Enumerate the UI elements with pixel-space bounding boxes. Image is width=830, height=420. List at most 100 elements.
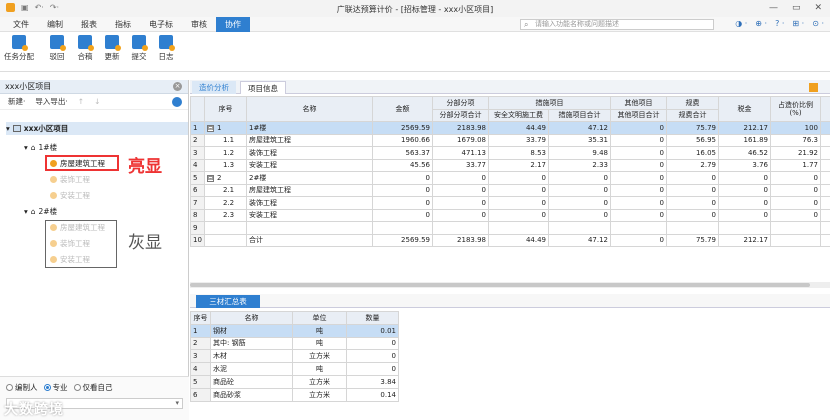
mat-seq-cell[interactable]: 4 <box>190 362 211 376</box>
other-cell[interactable]: 0 <box>610 133 667 147</box>
seq-cell[interactable]: 2.2 <box>204 196 247 210</box>
amount-cell[interactable]: 0 <box>372 183 433 197</box>
tree-root[interactable]: ▾ xxx小区项目 <box>6 122 188 135</box>
ratio-cell[interactable]: 76.3 <box>770 133 821 147</box>
table-row[interactable]: 1 ⊟ 1 1#楼 2569.59 2183.98 44.49 47.12 0 75.79 212.… <box>190 121 830 135</box>
expand-icon[interactable]: ▾ <box>6 124 10 133</box>
measures-cell[interactable]: 0 <box>548 171 611 185</box>
subitem-cell[interactable] <box>432 221 489 235</box>
extra-cell[interactable] <box>820 221 830 235</box>
fees-cell[interactable]: 75.79 <box>666 121 719 135</box>
reject-button[interactable]: 驳回 <box>42 35 72 62</box>
expand-icon[interactable]: ▾ <box>24 207 28 216</box>
safety-cell[interactable]: 0 <box>488 196 549 210</box>
tax-cell[interactable]: 0 <box>718 196 771 210</box>
table-row[interactable]: 6 2.1 房屋建筑工程 0 0 0 0 0 0 0 0 <box>190 183 830 197</box>
menu-index[interactable]: 指标 <box>106 17 140 32</box>
measures-cell[interactable]: 0 <box>548 183 611 197</box>
extra-cell[interactable] <box>820 208 830 222</box>
tax-cell[interactable]: 0 <box>718 208 771 222</box>
tree-building-1[interactable]: ▾ ⌂ 1#楼 <box>24 142 57 153</box>
header-mat-name[interactable]: 名称 <box>210 311 293 325</box>
new-button[interactable]: 新建· <box>8 94 25 109</box>
horizontal-scrollbar[interactable] <box>190 282 830 288</box>
subitem-cell[interactable]: 0 <box>432 196 489 210</box>
subitem-cell[interactable]: 0 <box>432 183 489 197</box>
radio-only-mine[interactable]: 仅看自己 <box>73 382 113 393</box>
name-cell[interactable]: 房屋建筑工程 <box>246 183 373 197</box>
header-other-total[interactable]: 其他项目合计 <box>610 108 667 122</box>
header-mat-qty[interactable]: 数量 <box>346 311 399 325</box>
measures-cell[interactable]: 0 <box>548 208 611 222</box>
log-button[interactable]: 日志 <box>151 35 181 62</box>
safety-cell[interactable]: 2.17 <box>488 158 549 172</box>
header-seq[interactable]: 序号 <box>204 96 247 122</box>
tax-cell[interactable]: 161.89 <box>718 133 771 147</box>
header-tax[interactable]: 税金 <box>718 96 771 122</box>
move-up-icon[interactable]: ↑ <box>78 94 84 109</box>
mat-name-cell[interactable]: 商品砼 <box>210 374 293 389</box>
ratio-cell[interactable]: 100 <box>770 121 821 135</box>
other-cell[interactable]: 0 <box>610 196 667 210</box>
tax-cell[interactable]: 0 <box>718 183 771 197</box>
row-number-cell[interactable]: 3 <box>190 146 205 160</box>
mat-seq-cell[interactable]: 3 <box>190 349 211 364</box>
other-cell[interactable]: 0 <box>610 146 667 160</box>
tab-cost-analysis[interactable]: 造价分析 <box>192 81 236 94</box>
seq-cell[interactable]: ⊟ 2 <box>204 171 247 185</box>
menu-collaborate[interactable]: 协作 <box>216 17 250 32</box>
row-number-cell[interactable]: 8 <box>190 208 205 222</box>
tab-project-info[interactable]: 项目信息 <box>240 81 286 94</box>
mat-name-cell[interactable]: 钢材 <box>210 323 293 338</box>
ratio-cell[interactable] <box>770 221 821 235</box>
header-fees-total[interactable]: 规费合计 <box>666 108 719 122</box>
table-row[interactable]: 7 2.2 装饰工程 0 0 0 0 0 0 0 0 <box>190 196 830 210</box>
tax-cell[interactable]: 212.17 <box>718 233 771 247</box>
mat-qty-cell[interactable]: 0.01 <box>346 323 399 338</box>
row-number-cell[interactable]: 2 <box>190 133 205 147</box>
amount-cell[interactable]: 1960.66 <box>372 133 433 147</box>
amount-cell[interactable] <box>372 221 433 235</box>
menu-report[interactable]: 报表 <box>72 17 106 32</box>
mat-name-cell[interactable]: 其中: 钢筋 <box>210 336 293 351</box>
user-icon[interactable]: ⊙ · <box>812 19 824 28</box>
amount-cell[interactable]: 2569.59 <box>372 121 433 135</box>
table-row[interactable]: 10 合计 2569.59 2183.98 44.49 47.12 0 75.79 212.17 <box>190 233 830 247</box>
expand-icon[interactable]: ▾ <box>24 143 28 152</box>
fees-cell[interactable]: 56.95 <box>666 133 719 147</box>
safety-cell[interactable]: 33.79 <box>488 133 549 147</box>
tax-cell[interactable] <box>718 221 771 235</box>
mat-qty-cell[interactable]: 0.14 <box>346 387 399 402</box>
mat-qty-cell[interactable]: 3.84 <box>346 374 399 389</box>
measures-cell[interactable]: 2.33 <box>548 158 611 172</box>
measures-cell[interactable]: 9.48 <box>548 146 611 160</box>
move-down-icon[interactable]: ↓ <box>94 94 100 109</box>
safety-cell[interactable]: 44.49 <box>488 233 549 247</box>
other-cell[interactable]: 0 <box>610 233 667 247</box>
measures-cell[interactable] <box>548 221 611 235</box>
mat-seq-cell[interactable]: 5 <box>190 374 211 389</box>
grid-icon[interactable]: ⊞ · <box>792 19 804 28</box>
header-safety-fee[interactable]: 安全文明施工费 <box>488 108 549 122</box>
header-subitem-total[interactable]: 分部分项合计 <box>432 108 489 122</box>
fees-cell[interactable]: 0 <box>666 208 719 222</box>
mat-qty-cell[interactable]: 0 <box>346 362 399 376</box>
table-row[interactable]: 5 商品砼 立方米 3.84 <box>190 374 399 389</box>
amount-cell[interactable]: 563.37 <box>372 146 433 160</box>
update-button[interactable]: 更新 <box>97 35 127 62</box>
ratio-cell[interactable]: 0 <box>770 196 821 210</box>
name-cell[interactable]: 2#楼 <box>246 171 373 185</box>
table-row[interactable]: 2 其中: 钢筋吨 0 <box>190 336 399 351</box>
fees-cell[interactable]: 75.79 <box>666 233 719 247</box>
ratio-cell[interactable]: 1.77 <box>770 158 821 172</box>
ratio-cell[interactable]: 0 <box>770 171 821 185</box>
subitem-cell[interactable]: 33.77 <box>432 158 489 172</box>
tax-cell[interactable]: 3.76 <box>718 158 771 172</box>
menu-file[interactable]: 文件 <box>4 17 38 32</box>
mat-name-cell[interactable]: 商品砂浆 <box>210 387 293 402</box>
seq-cell[interactable]: ⊟ 1 <box>204 121 247 135</box>
seq-cell[interactable]: 2.1 <box>204 183 247 197</box>
safety-cell[interactable]: 0 <box>488 183 549 197</box>
name-cell[interactable]: 安装工程 <box>246 158 373 172</box>
seq-cell[interactable]: 2.3 <box>204 208 247 222</box>
